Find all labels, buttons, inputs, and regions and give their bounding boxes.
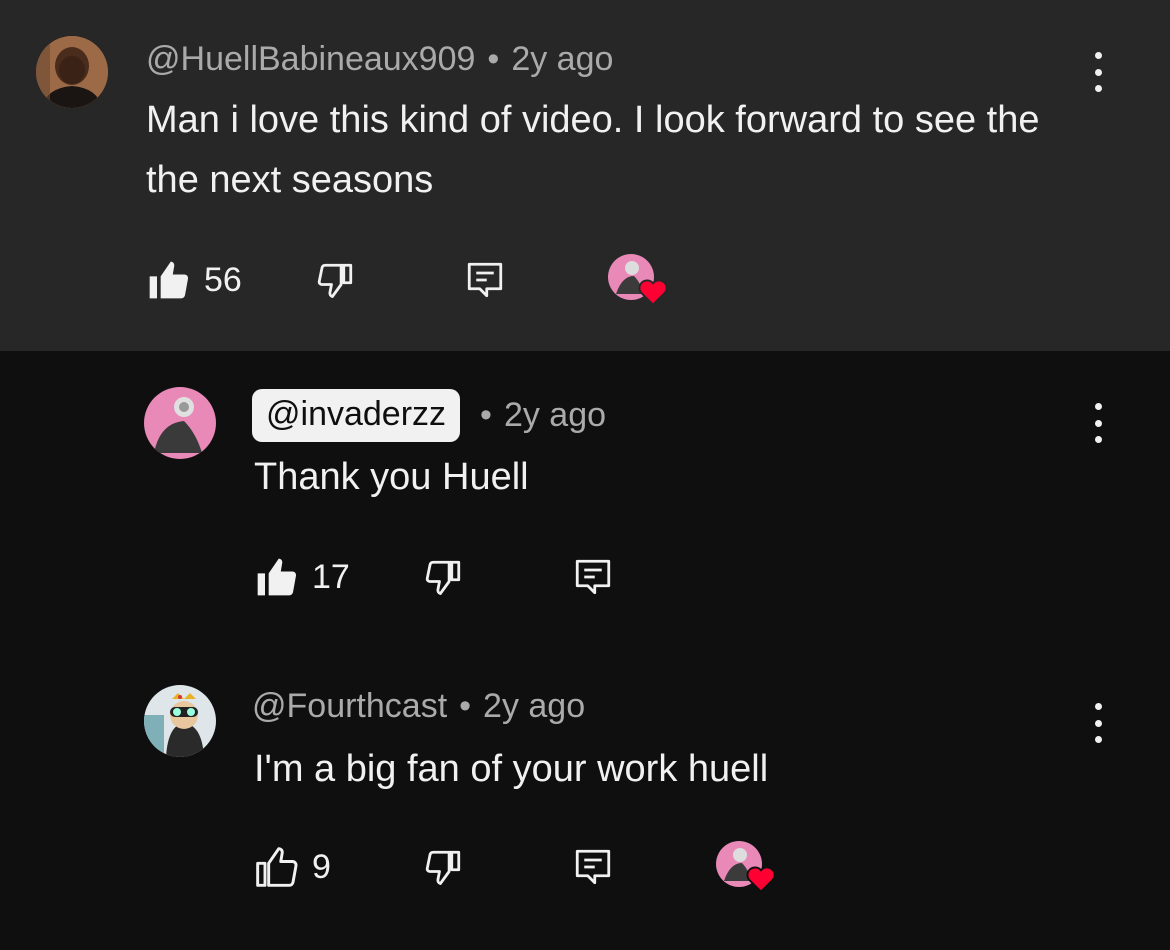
dislike-button[interactable] bbox=[422, 557, 464, 599]
like-button[interactable]: 17 bbox=[254, 555, 350, 599]
avatar-fourthcast[interactable] bbox=[144, 685, 216, 757]
separator-dot: • bbox=[459, 687, 472, 725]
like-icon bbox=[149, 261, 189, 299]
more-icon[interactable] bbox=[1088, 403, 1108, 443]
comment-header: @invaderzz • 2y ago bbox=[252, 389, 606, 442]
author-name[interactable]: @HuellBabineaux909 bbox=[146, 40, 475, 79]
reply-button[interactable] bbox=[464, 258, 506, 302]
avatar-invaderzz[interactable] bbox=[144, 387, 216, 459]
separator-dot: • bbox=[487, 40, 500, 78]
reply-icon bbox=[575, 849, 611, 885]
dislike-icon bbox=[317, 263, 353, 298]
timestamp[interactable]: 2y ago bbox=[504, 396, 606, 435]
more-icon[interactable] bbox=[1088, 703, 1108, 743]
like-count: 56 bbox=[204, 260, 242, 299]
reply-icon bbox=[575, 559, 611, 595]
reply-icon bbox=[467, 262, 503, 298]
comment-highlighted: @HuellBabineaux909 • 2y ago Man i love t… bbox=[0, 0, 1170, 351]
comment-header: @Fourthcast • 2y ago bbox=[252, 687, 585, 726]
reply-button[interactable] bbox=[572, 555, 614, 599]
dislike-button[interactable] bbox=[422, 847, 464, 889]
comment-text: Thank you Huell bbox=[254, 456, 529, 498]
like-count: 17 bbox=[312, 557, 350, 596]
avatar-huell[interactable] bbox=[36, 36, 108, 108]
dislike-icon bbox=[425, 560, 461, 595]
dislike-icon bbox=[425, 850, 461, 885]
comment-text: Man i love this kind of video. I look fo… bbox=[146, 99, 1040, 201]
author-name[interactable]: @Fourthcast bbox=[252, 687, 447, 726]
like-button[interactable]: 56 bbox=[146, 258, 242, 302]
comment-text: I'm a big fan of your work huell bbox=[254, 748, 769, 790]
more-icon[interactable] bbox=[1088, 52, 1108, 92]
like-button[interactable]: 9 bbox=[254, 845, 331, 889]
creator-author-badge[interactable]: @invaderzz bbox=[252, 389, 461, 442]
timestamp[interactable]: 2y ago bbox=[511, 40, 613, 79]
like-count: 9 bbox=[312, 847, 331, 886]
separator-dot: • bbox=[480, 396, 492, 434]
creator-heart bbox=[608, 254, 668, 310]
heart-icon bbox=[746, 866, 776, 893]
reply-button[interactable] bbox=[572, 845, 614, 889]
dislike-button[interactable] bbox=[314, 260, 356, 302]
creator-heart bbox=[716, 841, 776, 897]
like-icon bbox=[256, 847, 298, 887]
like-icon bbox=[257, 558, 297, 596]
comment-reply: @invaderzz • 2y ago Thank you Huell 17 bbox=[0, 351, 1170, 651]
timestamp[interactable]: 2y ago bbox=[483, 687, 585, 726]
comment-reply: @Fourthcast • 2y ago I'm a big fan of yo… bbox=[0, 651, 1170, 950]
heart-icon bbox=[638, 279, 668, 306]
comment-header: @HuellBabineaux909 • 2y ago bbox=[146, 40, 613, 79]
